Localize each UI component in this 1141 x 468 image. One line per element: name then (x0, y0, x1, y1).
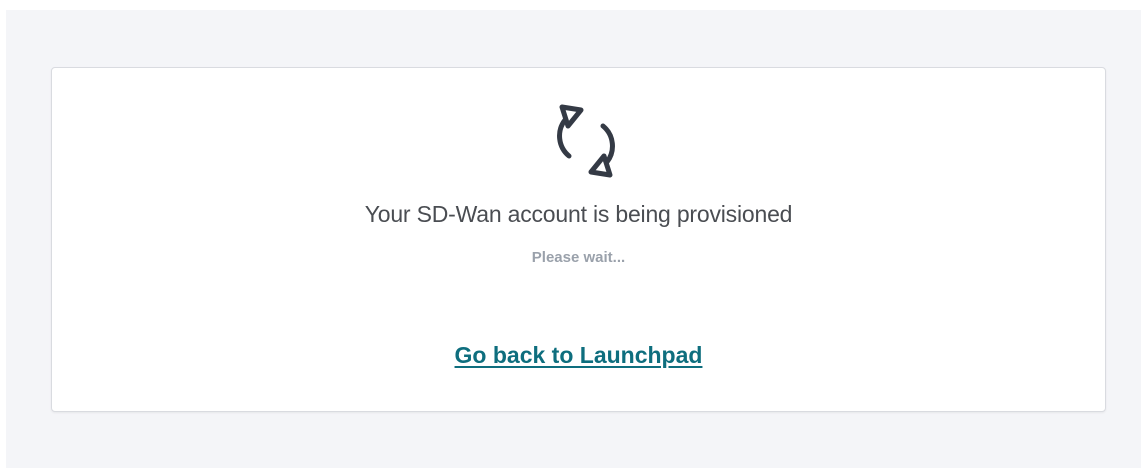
refresh-icon (541, 96, 631, 186)
provisioning-card: Your SD-Wan account is being provisioned… (51, 67, 1106, 412)
page-title: Your SD-Wan account is being provisioned (364, 201, 793, 227)
go-back-to-launchpad-link[interactable]: Go back to Launchpad (52, 342, 1105, 369)
page-background: Your SD-Wan account is being provisioned… (6, 10, 1141, 468)
status-subtitle: Please wait... (531, 249, 626, 266)
